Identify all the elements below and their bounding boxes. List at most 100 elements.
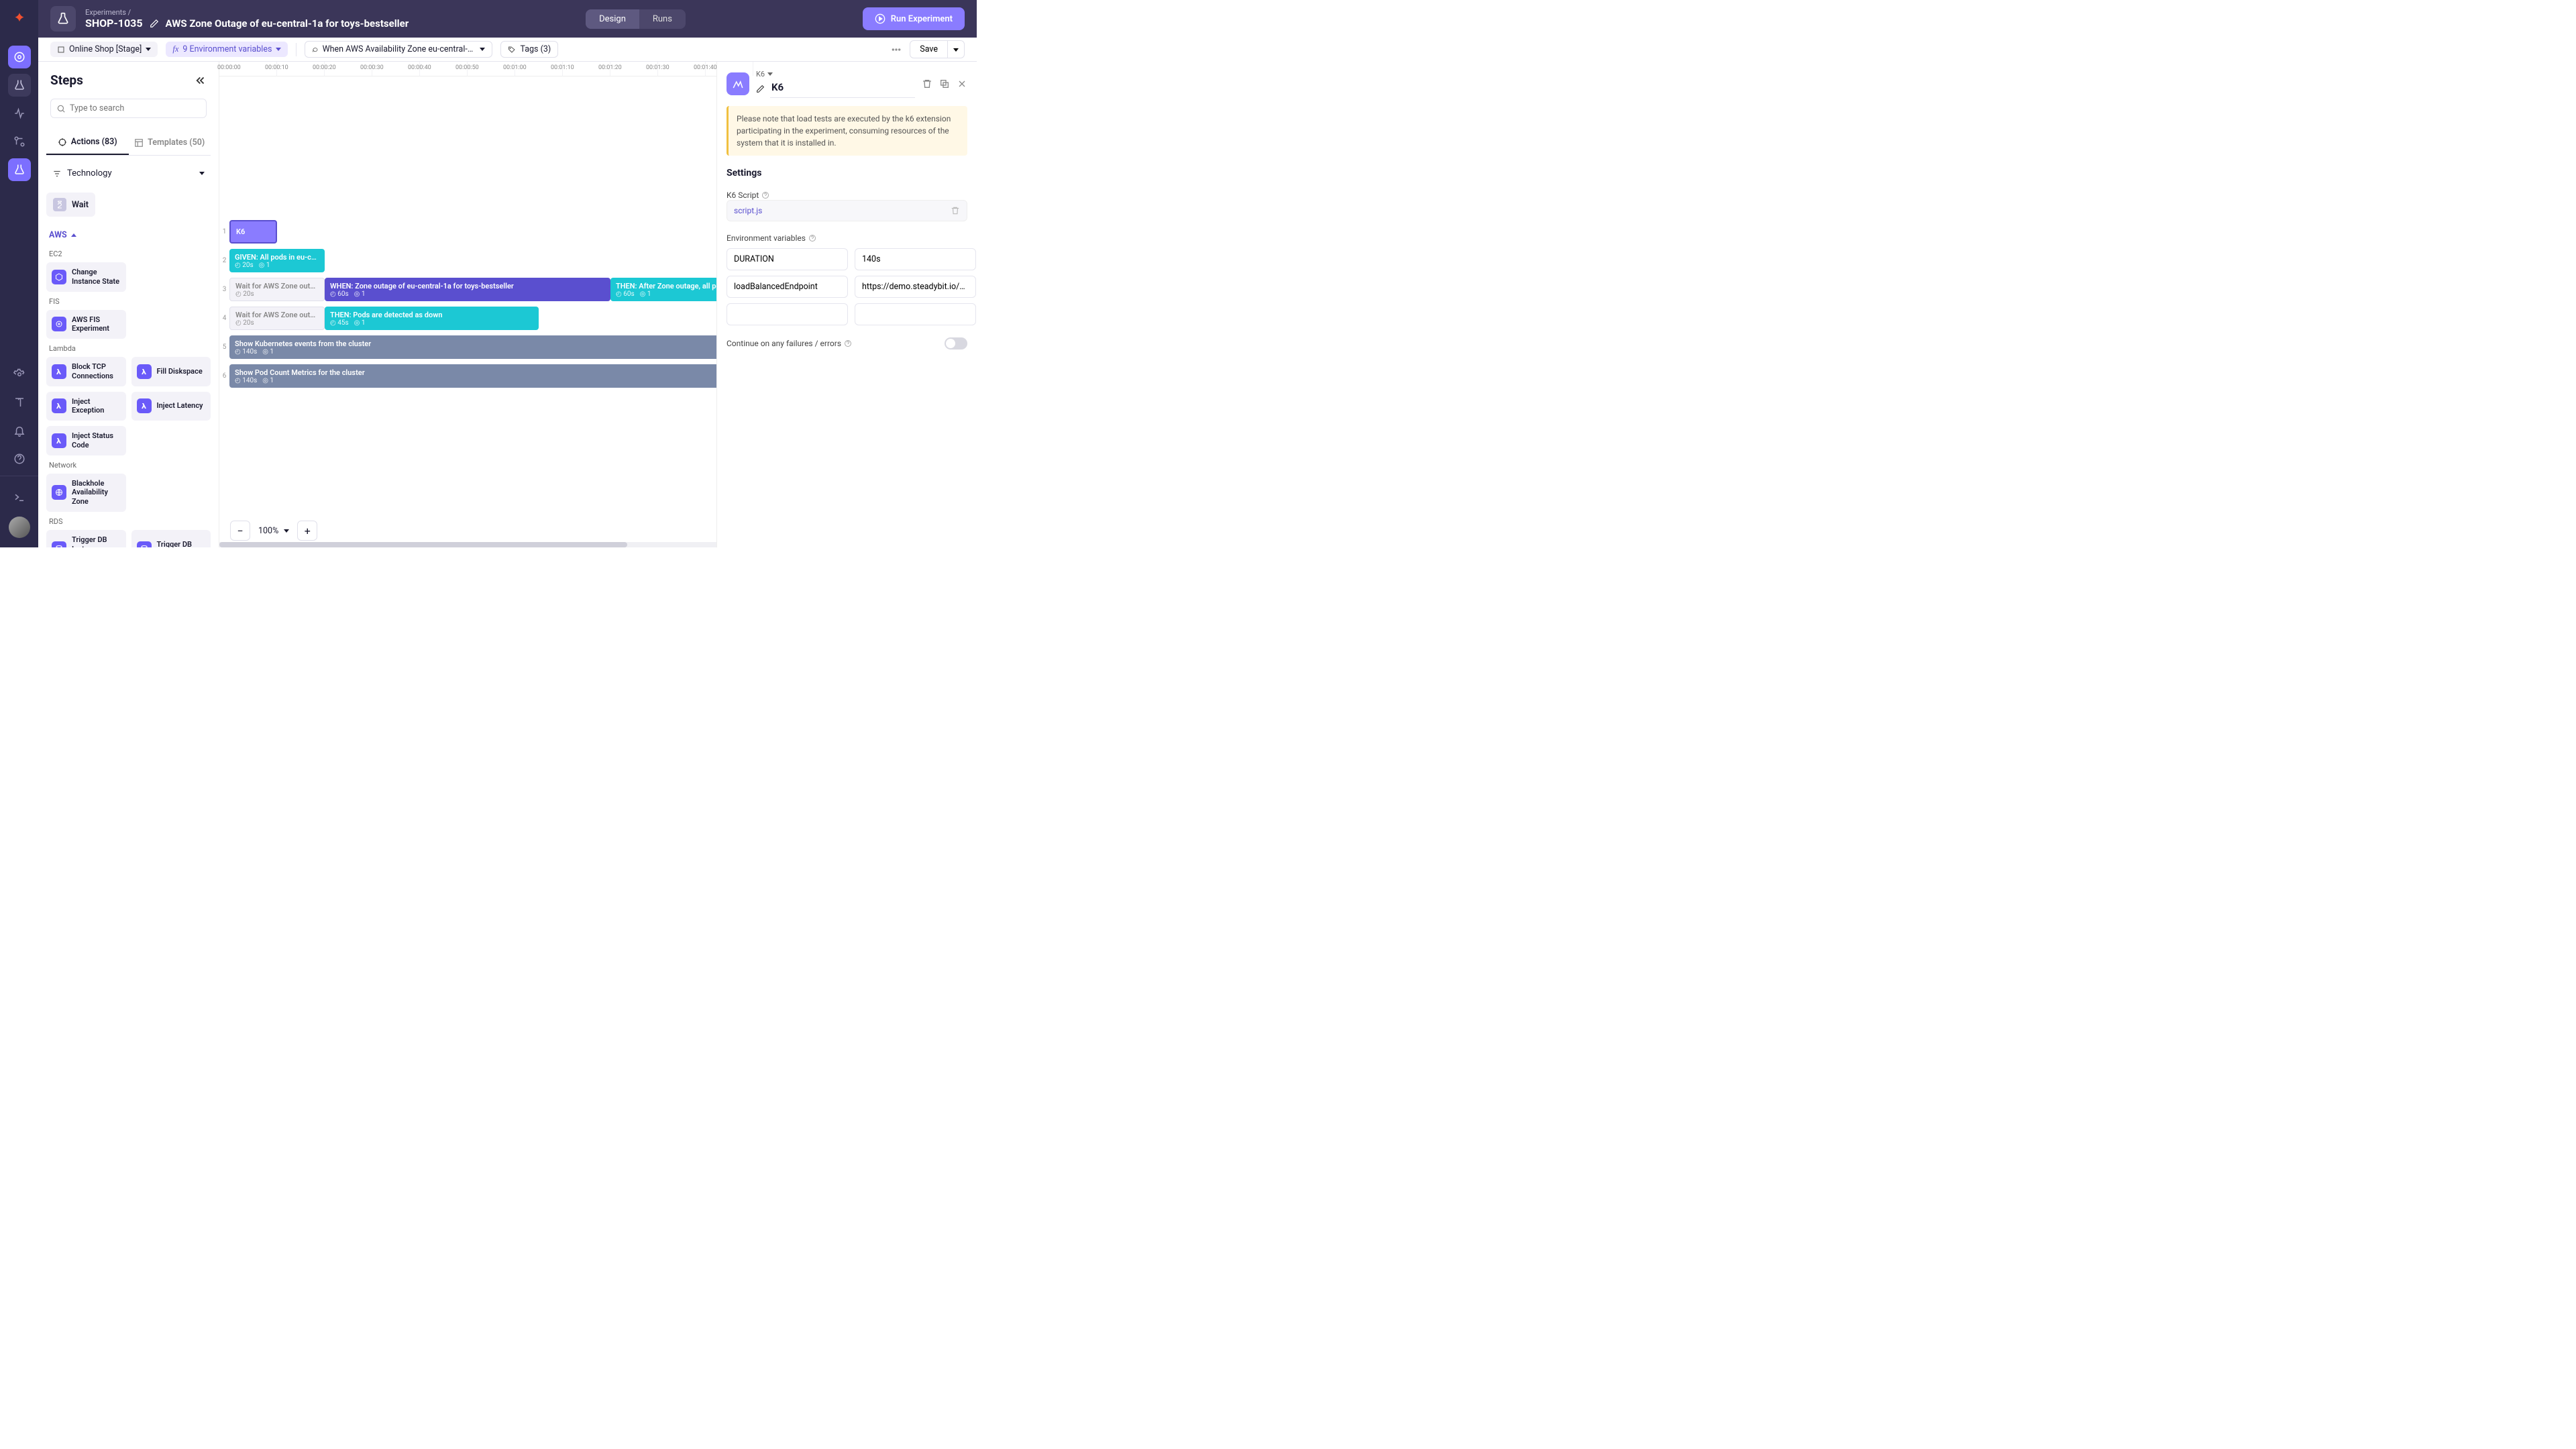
timeline-block[interactable]: THEN: Pods are detected as down◴ 45s◎ 1 [325, 307, 539, 330]
timeline-block[interactable]: Wait for AWS Zone outage◴ 20s [229, 307, 325, 330]
close-icon[interactable] [957, 78, 967, 89]
technology-select[interactable]: Technology [46, 161, 211, 186]
tab-actions[interactable]: Actions (83) [46, 130, 129, 155]
timeline-block[interactable]: K6 [229, 220, 277, 244]
action-aws-fis[interactable]: AWS FIS Experiment [46, 310, 126, 339]
environment-selector[interactable]: Online Shop [Stage] [50, 42, 158, 57]
timeline-block[interactable]: WHEN: Zone outage of eu-central-1a for t… [325, 278, 610, 301]
search-input[interactable] [70, 103, 201, 113]
nav-item-docs[interactable] [8, 391, 31, 414]
nav-item-templates[interactable] [8, 158, 31, 181]
env-key-input-2[interactable] [727, 303, 848, 325]
steps-search[interactable] [50, 99, 207, 118]
breadcrumb[interactable]: Experiments / [85, 8, 409, 17]
nav-item-experiments[interactable] [8, 74, 31, 97]
group-aws[interactable]: AWS [46, 230, 211, 240]
script-file[interactable]: script.js [727, 200, 967, 221]
nav-item-notifications[interactable] [8, 419, 31, 442]
trash-icon[interactable] [922, 78, 932, 89]
nav-item-settings[interactable] [8, 363, 31, 386]
k6-script-label: K6 Script [727, 191, 967, 200]
target-icon [58, 138, 67, 147]
chevron-down-icon [480, 48, 485, 51]
zoom-in-button[interactable]: + [297, 521, 317, 541]
lane: 3Wait for AWS Zone outage◴ 20sWHEN: Zone… [219, 275, 716, 304]
fx-icon: fx [172, 44, 178, 54]
steps-panel: Steps Actions (83) Templates (50) [38, 62, 219, 547]
lambda-icon [137, 398, 152, 413]
nav-rail [0, 0, 38, 547]
lambda-icon [52, 364, 66, 379]
header: Experiments / SHOP-1035 AWS Zone Outage … [38, 0, 977, 38]
nav-item-help[interactable] [8, 447, 31, 470]
sub-ec2: EC2 [49, 250, 211, 258]
timeline: 00:00:0000:00:1000:00:2000:00:3000:00:40… [219, 62, 716, 547]
timeline-block[interactable]: THEN: After Zone outage, all pods◴ 60s◎ … [610, 278, 716, 301]
sub-rds: RDS [49, 517, 211, 526]
chat-icon [312, 46, 318, 54]
zoom-value[interactable]: 100% [252, 526, 296, 536]
zoom-out-button[interactable]: − [230, 521, 250, 541]
copy-icon[interactable] [939, 78, 950, 89]
env-key-input-1[interactable] [727, 276, 848, 298]
help-icon[interactable] [761, 191, 769, 199]
filter-icon [52, 169, 62, 178]
timeline-block[interactable]: Show Kubernetes events from the cluster◴… [229, 335, 716, 359]
action-fill-diskspace[interactable]: Fill Diskspace [131, 357, 211, 386]
continue-on-failure-toggle[interactable] [945, 337, 967, 350]
timeline-block[interactable]: GIVEN: All pods in eu-cen...◴ 20s◎ 1 [229, 249, 325, 272]
action-trigger-db-stop[interactable]: Trigger DB Instance Stop [131, 530, 211, 547]
tags-pill[interactable]: Tags (3) [500, 41, 558, 58]
panel-title[interactable]: K6 [770, 80, 915, 98]
run-experiment-button[interactable]: Run Experiment [863, 7, 965, 30]
nav-item-terminal[interactable] [8, 486, 31, 508]
tab-runs[interactable]: Runs [639, 9, 686, 29]
edit-icon[interactable] [150, 19, 159, 28]
tab-design[interactable]: Design [586, 9, 639, 29]
nav-item-activity[interactable] [8, 102, 31, 125]
play-icon [875, 13, 885, 24]
hypothesis-pill[interactable]: When AWS Availability Zone eu-central-1a… [305, 41, 492, 58]
lane: 2GIVEN: All pods in eu-cen...◴ 20s◎ 1 [219, 246, 716, 275]
panel-breadcrumb[interactable]: K6 [756, 70, 915, 78]
db-icon [137, 541, 152, 547]
tag-icon [508, 46, 516, 54]
save-button[interactable]: Save [910, 40, 948, 58]
network-icon [52, 485, 66, 500]
help-icon[interactable] [808, 234, 816, 242]
action-inject-status-code[interactable]: Inject Status Code [46, 426, 126, 455]
horizontal-scrollbar[interactable] [219, 542, 716, 547]
trash-icon[interactable] [951, 206, 960, 215]
wait-chip[interactable]: Wait [46, 193, 95, 217]
env-vars-pill[interactable]: fx 9 Environment variables [166, 42, 288, 57]
view-segment: Design Runs [586, 9, 686, 29]
action-blackhole-az[interactable]: Blackhole Availability Zone [46, 474, 126, 512]
env-val-input-2[interactable] [855, 303, 976, 325]
logo[interactable] [9, 9, 30, 31]
lane: 4Wait for AWS Zone outage◴ 20sTHEN: Pods… [219, 304, 716, 333]
action-change-instance-state[interactable]: Change Instance State [46, 262, 126, 292]
timeline-block[interactable]: Show Pod Count Metrics for the cluster◴ … [229, 364, 716, 388]
timeline-block[interactable]: Wait for AWS Zone outage◴ 20s [229, 278, 325, 301]
nav-item-explorer[interactable] [8, 46, 31, 68]
edit-icon[interactable] [756, 85, 765, 93]
tab-templates[interactable]: Templates (50) [129, 130, 211, 155]
env-key-input-0[interactable] [727, 248, 848, 270]
action-trigger-db-reboot[interactable]: Trigger DB Instance Reboot [46, 530, 126, 547]
chevron-down-icon [146, 48, 151, 51]
collapse-icon[interactable] [195, 74, 207, 87]
avatar[interactable] [9, 517, 30, 538]
action-block-tcp[interactable]: Block TCP Connections [46, 357, 126, 386]
action-inject-exception[interactable]: Inject Exception [46, 392, 126, 421]
action-inject-latency[interactable]: Inject Latency [131, 392, 211, 421]
nav-item-integrations[interactable] [8, 130, 31, 153]
continue-on-failure-label: Continue on any failures / errors [727, 339, 852, 348]
help-icon[interactable] [844, 339, 852, 347]
save-dropdown-button[interactable] [948, 40, 965, 58]
env-val-input-0[interactable] [855, 248, 976, 270]
settings-heading: Settings [727, 168, 967, 178]
details-panel: K6 K6 Please note that load tests are ex… [716, 62, 977, 547]
env-val-input-1[interactable] [855, 276, 976, 298]
more-icon[interactable] [891, 44, 902, 55]
chevron-down-icon [199, 172, 205, 175]
